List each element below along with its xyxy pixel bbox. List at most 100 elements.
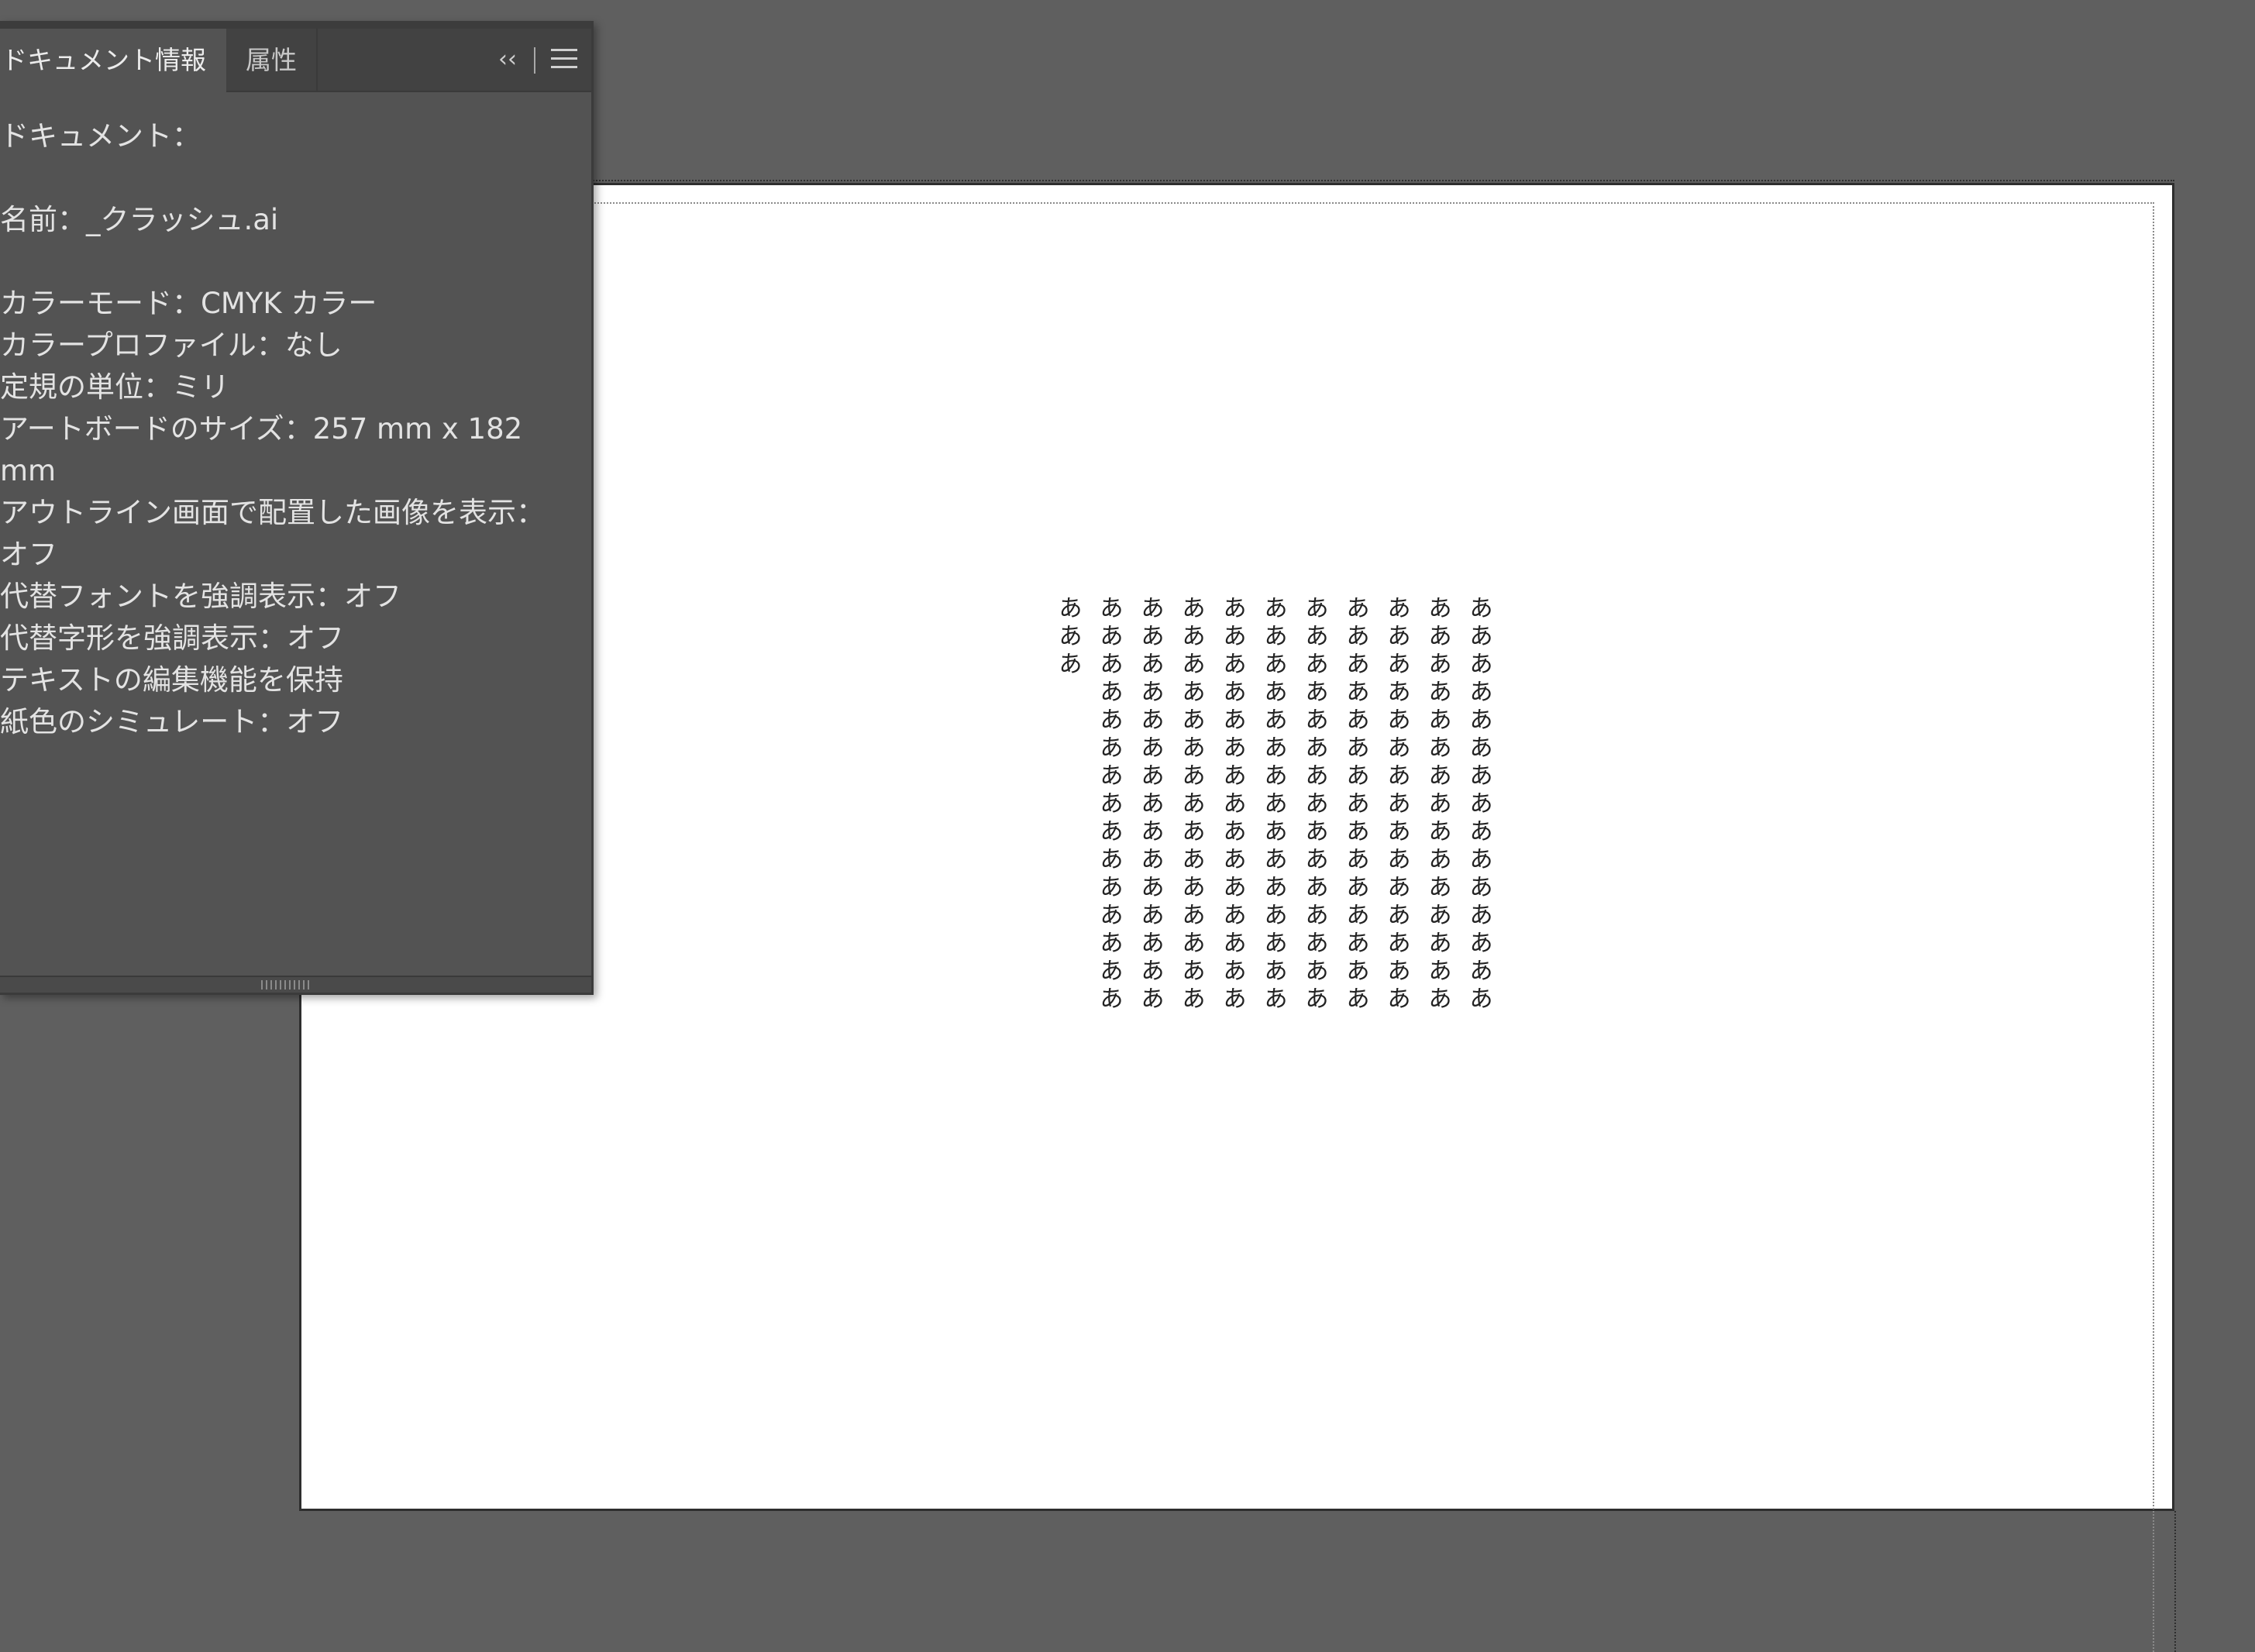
text-glyph: あ: [1223, 790, 1247, 817]
info-line: アートボードのサイズ：257 mm x 182: [0, 412, 523, 446]
text-glyph: あ: [1346, 595, 1370, 622]
text-column: あああああああああああああああ: [1138, 595, 1168, 1014]
text-glyph: あ: [1264, 790, 1288, 817]
text-glyph: あ: [1182, 986, 1206, 1013]
text-glyph: あ: [1141, 790, 1165, 817]
text-glyph: あ: [1059, 623, 1083, 650]
text-glyph: あ: [1387, 930, 1411, 957]
panel-footer: [0, 976, 591, 993]
text-glyph: あ: [1264, 930, 1288, 957]
text-glyph: あ: [1264, 846, 1288, 873]
text-glyph: あ: [1100, 735, 1124, 762]
text-glyph: あ: [1428, 762, 1452, 790]
text-glyph: あ: [1469, 762, 1493, 790]
info-line: テキストの編集機能を保持: [0, 663, 343, 697]
text-glyph: あ: [1305, 874, 1329, 901]
tab-attributes[interactable]: 属性: [226, 29, 318, 92]
info-line: オフ: [0, 538, 57, 571]
text-glyph: あ: [1182, 595, 1206, 622]
document-info-content: ドキュメント： 名前：_クラッシュ.ai カラーモード：CMYK カラー カラー…: [0, 92, 591, 743]
text-column: あああああああああああああああ: [1220, 595, 1250, 1014]
text-glyph: あ: [1100, 790, 1124, 817]
text-glyph: あ: [1141, 707, 1165, 734]
text-glyph: あ: [1141, 846, 1165, 873]
text-glyph: あ: [1264, 818, 1288, 845]
text-glyph: あ: [1100, 958, 1124, 985]
text-glyph: あ: [1305, 679, 1329, 706]
text-glyph: あ: [1305, 818, 1329, 845]
text-column: あああああああああああああああ: [1179, 595, 1209, 1014]
text-glyph: あ: [1469, 651, 1493, 678]
text-glyph: あ: [1223, 818, 1247, 845]
text-glyph: あ: [1182, 902, 1206, 929]
text-glyph: あ: [1264, 651, 1288, 678]
vertical-text-frame[interactable]: ああああああああああああああああああああああああああああああああああああああああ…: [1055, 595, 1496, 1014]
panel-drag-bar[interactable]: [0, 21, 591, 29]
text-glyph: あ: [1387, 707, 1411, 734]
text-glyph: あ: [1387, 762, 1411, 790]
text-glyph: あ: [1387, 595, 1411, 622]
text-glyph: あ: [1100, 623, 1124, 650]
double-chevron-left-icon[interactable]: ‹‹: [494, 46, 522, 74]
text-glyph: あ: [1469, 902, 1493, 929]
text-glyph: あ: [1469, 958, 1493, 985]
text-column: あああああああああああああああ: [1384, 595, 1414, 1014]
text-glyph: あ: [1141, 930, 1165, 957]
text-glyph: あ: [1346, 846, 1370, 873]
text-glyph: あ: [1305, 762, 1329, 790]
resize-grip-icon[interactable]: [261, 980, 309, 989]
text-glyph: あ: [1469, 818, 1493, 845]
text-glyph: あ: [1346, 874, 1370, 901]
text-glyph: あ: [1264, 707, 1288, 734]
info-line: 名前：_クラッシュ.ai: [0, 203, 279, 236]
text-glyph: あ: [1182, 818, 1206, 845]
text-glyph: あ: [1428, 735, 1452, 762]
text-glyph: あ: [1387, 874, 1411, 901]
text-glyph: あ: [1346, 986, 1370, 1013]
text-glyph: あ: [1428, 846, 1452, 873]
text-glyph: あ: [1387, 902, 1411, 929]
text-glyph: あ: [1428, 930, 1452, 957]
text-glyph: あ: [1387, 846, 1411, 873]
text-column: あああああああああああああああ: [1425, 595, 1455, 1014]
text-glyph: あ: [1428, 623, 1452, 650]
text-glyph: あ: [1469, 874, 1493, 901]
text-column: あああああああああああああああ: [1097, 595, 1127, 1014]
text-glyph: あ: [1100, 679, 1124, 706]
text-glyph: あ: [1141, 762, 1165, 790]
document-info-panel: ドキュメント情報 属性 ‹‹ ドキュメント： 名前：_クラッシュ.ai カラーモ…: [0, 21, 594, 995]
tab-document-info[interactable]: ドキュメント情報: [0, 29, 226, 92]
info-line: 代替フォントを強調表示：オフ: [0, 580, 401, 613]
text-glyph: あ: [1223, 762, 1247, 790]
text-glyph: あ: [1141, 735, 1165, 762]
hamburger-menu-icon[interactable]: [551, 49, 577, 72]
info-line: mm: [0, 454, 57, 487]
info-line: ドキュメント：: [0, 119, 201, 153]
text-glyph: あ: [1182, 623, 1206, 650]
text-glyph: あ: [1305, 790, 1329, 817]
text-glyph: あ: [1141, 679, 1165, 706]
text-glyph: あ: [1264, 874, 1288, 901]
info-line: 代替字形を強調表示：オフ: [0, 621, 344, 655]
text-glyph: あ: [1346, 818, 1370, 845]
text-glyph: あ: [1305, 846, 1329, 873]
text-glyph: あ: [1264, 902, 1288, 929]
text-glyph: あ: [1264, 623, 1288, 650]
text-glyph: あ: [1100, 902, 1124, 929]
text-glyph: あ: [1141, 874, 1165, 901]
text-glyph: あ: [1346, 735, 1370, 762]
text-glyph: あ: [1469, 623, 1493, 650]
text-glyph: あ: [1182, 762, 1206, 790]
text-glyph: あ: [1141, 986, 1165, 1013]
text-glyph: あ: [1223, 651, 1247, 678]
text-glyph: あ: [1428, 790, 1452, 817]
text-glyph: あ: [1141, 623, 1165, 650]
text-column: あああああああああああああああ: [1261, 595, 1291, 1014]
text-glyph: あ: [1100, 762, 1124, 790]
text-glyph: あ: [1387, 651, 1411, 678]
text-glyph: あ: [1141, 595, 1165, 622]
text-column: あああああああああああああああ: [1466, 595, 1496, 1014]
text-glyph: あ: [1100, 930, 1124, 957]
text-glyph: あ: [1223, 707, 1247, 734]
text-glyph: あ: [1387, 986, 1411, 1013]
